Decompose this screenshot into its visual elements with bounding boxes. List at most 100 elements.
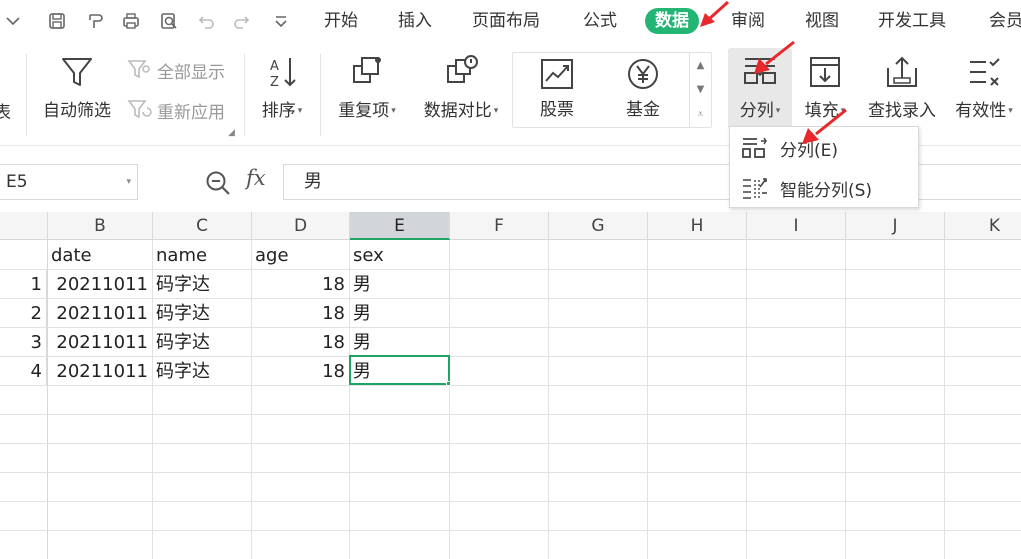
gallery-down-icon[interactable]: ▼ (697, 84, 705, 95)
grid-line (0, 530, 1021, 531)
cell-name[interactable]: 码字达 (153, 328, 251, 357)
column-header-k[interactable]: K (945, 212, 1021, 240)
lookup-entry-label: 查找录入 (868, 101, 936, 121)
duplicates-label: 重复项 ▾ (338, 101, 396, 121)
format-painter-icon[interactable] (82, 8, 108, 34)
column-header-g[interactable]: G (549, 212, 648, 240)
tab-view[interactable]: 视图 (805, 8, 839, 34)
stock-chart-icon (541, 59, 573, 89)
gallery-up-icon[interactable]: ▲ (697, 60, 705, 71)
tab-developer[interactable]: 开发工具 (878, 8, 946, 34)
split-column-button[interactable]: 分列 ▾ (728, 48, 792, 130)
split-column-small-icon (742, 137, 767, 158)
stocks-button[interactable]: 股票 (527, 57, 587, 120)
undo-icon[interactable] (194, 8, 220, 34)
validity-button[interactable]: 有效性 ▾ (950, 54, 1018, 121)
stock-fund-gallery: 股票 基金 ▲ ▼ ⩡ (512, 52, 712, 128)
row-number: 1 (0, 270, 47, 299)
tab-page-layout[interactable]: 页面布局 (472, 8, 540, 34)
fill-button[interactable]: 填充 ▾ (797, 54, 853, 121)
cell-date[interactable]: 20211011 (48, 270, 152, 299)
cell-e-header[interactable]: sex (350, 241, 449, 270)
split-column-menu: 分列(E) 智能分列(S) (729, 126, 919, 208)
row-number: 4 (0, 357, 47, 386)
chevron-down-icon[interactable] (0, 8, 26, 34)
save-icon[interactable] (44, 8, 70, 34)
fill-handle[interactable] (446, 381, 451, 386)
split-column-menu-item[interactable]: 分列(E) (730, 129, 918, 167)
funds-button[interactable]: 基金 (613, 57, 673, 120)
filter-icon (62, 58, 92, 86)
tab-home[interactable]: 开始 (324, 8, 358, 34)
fill-label: 填充 ▾ (804, 101, 846, 121)
print-icon[interactable] (118, 8, 144, 34)
data-compare-button[interactable]: 数据对比 ▾ (416, 54, 506, 121)
fill-down-icon (810, 57, 840, 87)
dialog-launcher-icon[interactable]: ◢ (228, 128, 235, 138)
column-header-j[interactable]: J (846, 212, 945, 240)
cell-sex[interactable]: 男 (350, 328, 449, 357)
cell-age[interactable]: 18 (252, 270, 349, 299)
tab-formulas[interactable]: 公式 (583, 8, 617, 34)
cell-age[interactable]: 18 (252, 299, 349, 328)
cell-c-header[interactable]: name (153, 241, 251, 270)
cell-date[interactable]: 20211011 (48, 328, 152, 357)
autofilter-button[interactable]: 自动筛选 (38, 54, 116, 121)
column-header-i[interactable]: I (747, 212, 846, 240)
column-header-bar: B C D E F G H I J K (0, 212, 1021, 240)
print-preview-icon[interactable] (156, 8, 182, 34)
lookup-entry-icon (887, 56, 917, 87)
spreadsheet-grid: B C D E F G H I J K date name age sex 1 … (0, 212, 1021, 559)
data-compare-icon (447, 55, 478, 83)
grid-line (845, 240, 846, 559)
column-header-b[interactable]: B (48, 212, 153, 240)
ribbon-partial-label[interactable]: 表 (0, 98, 11, 123)
lookup-entry-button[interactable]: 查找录入 (862, 54, 942, 121)
funds-label: 基金 (626, 100, 660, 120)
ribbon-divider (244, 54, 245, 136)
cell-age[interactable]: 18 (252, 328, 349, 357)
select-all-corner[interactable] (0, 212, 48, 240)
show-all-filter-icon (127, 60, 150, 79)
yen-coin-icon (628, 59, 658, 89)
tab-member[interactable]: 会员 (989, 8, 1021, 34)
cell-date[interactable]: 20211011 (48, 357, 152, 386)
cell-d-header[interactable]: age (252, 241, 349, 270)
sort-button[interactable]: AZ 排序 ▾ (254, 54, 310, 121)
name-box-value: E5 (6, 172, 28, 192)
tab-data[interactable]: 数据 (645, 8, 699, 34)
name-box-dropdown-icon[interactable]: ▾ (126, 165, 131, 199)
zoom-in-icon[interactable] (204, 169, 232, 197)
column-header-f[interactable]: F (450, 212, 549, 240)
name-box[interactable]: E5 ▾ (0, 164, 138, 200)
duplicates-icon (353, 57, 381, 83)
column-header-d[interactable]: D (252, 212, 350, 240)
customize-dropdown-icon[interactable] (268, 8, 294, 34)
cell-age[interactable]: 18 (252, 357, 349, 386)
gallery-expand-icon[interactable]: ⩡ (698, 109, 704, 120)
cell-name[interactable]: 码字达 (153, 270, 251, 299)
show-all-button[interactable]: 全部显示 (127, 56, 225, 84)
redo-icon[interactable] (228, 8, 254, 34)
ribbon-divider (320, 54, 321, 136)
column-header-e[interactable]: E (350, 212, 450, 240)
reapply-button[interactable]: 重新应用 (127, 96, 225, 124)
cell-sex[interactable]: 男 (350, 270, 449, 299)
svg-text:A: A (270, 59, 279, 74)
duplicates-button[interactable]: 重复项 ▾ (331, 54, 403, 121)
cell-b-header[interactable]: date (48, 241, 152, 270)
cell-sex[interactable]: 男 (350, 299, 449, 328)
cell-name[interactable]: 码字达 (153, 357, 251, 386)
active-cell-selection[interactable] (349, 355, 451, 386)
grid-line (449, 240, 450, 559)
cell-date[interactable]: 20211011 (48, 299, 152, 328)
cell-name[interactable]: 码字达 (153, 299, 251, 328)
function-icon[interactable]: fx (246, 166, 266, 190)
smart-split-menu-item[interactable]: 智能分列(S) (730, 169, 918, 207)
column-header-h[interactable]: H (648, 212, 747, 240)
gallery-scroll[interactable]: ▲ ▼ ⩡ (689, 53, 711, 127)
tab-review[interactable]: 审阅 (731, 8, 765, 34)
ribbon-divider (26, 54, 27, 136)
column-header-c[interactable]: C (153, 212, 252, 240)
tab-insert[interactable]: 插入 (398, 8, 432, 34)
